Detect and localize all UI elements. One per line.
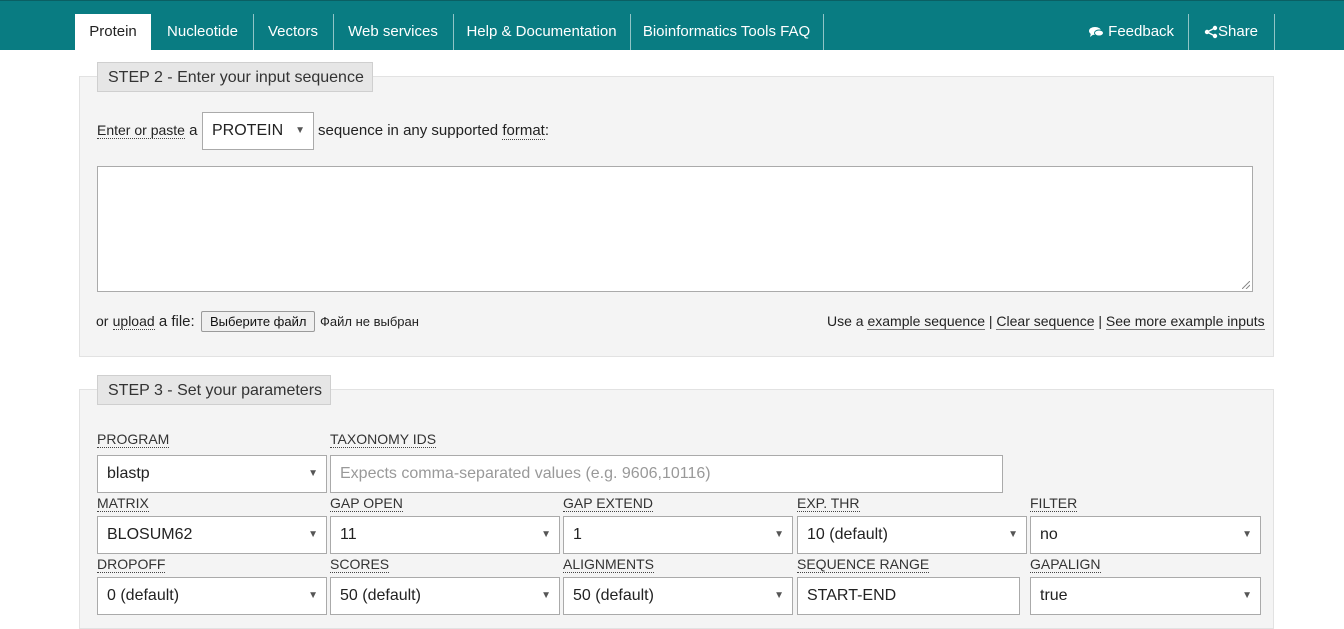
tab-protein[interactable]: Protein bbox=[75, 14, 151, 50]
caret-down-icon: ▼ bbox=[1242, 590, 1252, 601]
nav-divider bbox=[1274, 14, 1275, 50]
sequence-range-input[interactable]: START-END bbox=[797, 577, 1020, 615]
program-value: blastp bbox=[107, 465, 150, 482]
gapalign-select[interactable]: true ▼ bbox=[1030, 577, 1261, 615]
caret-down-icon: ▼ bbox=[774, 529, 784, 540]
tab-vectors[interactable]: Vectors bbox=[254, 14, 332, 50]
program-label: PROGRAM bbox=[97, 431, 170, 448]
caret-down-icon: ▼ bbox=[1242, 529, 1252, 540]
comments-icon bbox=[1089, 27, 1104, 38]
tab-bioinformatics-faq[interactable]: Bioinformatics Tools FAQ bbox=[631, 14, 822, 50]
caret-down-icon: ▼ bbox=[308, 590, 318, 601]
dropoff-select[interactable]: 0 (default) ▼ bbox=[97, 577, 327, 615]
a-file-text: a file: bbox=[158, 313, 195, 330]
enter-paste-text: Enter or paste a bbox=[97, 122, 197, 139]
upload-text: or upload a file: bbox=[96, 313, 195, 330]
format-help[interactable]: format bbox=[502, 122, 545, 140]
program-select[interactable]: blastp ▼ bbox=[97, 455, 327, 493]
step3-title: STEP 3 - Set your parameters bbox=[97, 375, 331, 405]
top-navigation: Protein Nucleotide Vectors Web services … bbox=[0, 0, 1344, 50]
scores-select[interactable]: 50 (default) ▼ bbox=[330, 577, 560, 615]
no-file-chosen-text: Файл не выбран bbox=[320, 314, 419, 329]
gap-extend-select[interactable]: 1 ▼ bbox=[563, 516, 793, 554]
matrix-label: MATRIX bbox=[97, 495, 149, 512]
gap-extend-value: 1 bbox=[573, 526, 582, 543]
gapalign-label: GAPALIGN bbox=[1030, 556, 1101, 573]
or-text: or bbox=[96, 313, 109, 329]
example-sequence-link[interactable]: example sequence bbox=[867, 313, 985, 330]
example-links: Use a example sequence | Clear sequence … bbox=[827, 313, 1265, 330]
upload-help[interactable]: upload bbox=[112, 313, 155, 330]
gap-open-label: GAP OPEN bbox=[330, 495, 403, 512]
gap-open-value: 11 bbox=[340, 526, 357, 543]
matrix-value: BLOSUM62 bbox=[107, 526, 193, 543]
sequence-type-select[interactable]: PROTEIN ▼ bbox=[202, 112, 314, 150]
gap-extend-label: GAP EXTEND bbox=[563, 495, 653, 512]
tab-nucleotide[interactable]: Nucleotide bbox=[153, 14, 252, 50]
tab-web-services[interactable]: Web services bbox=[334, 14, 452, 50]
caret-down-icon: ▼ bbox=[541, 590, 551, 601]
tab-help-documentation[interactable]: Help & Documentation bbox=[454, 14, 629, 50]
sequence-range-label: SEQUENCE RANGE bbox=[797, 556, 930, 573]
colon-text: : bbox=[544, 122, 549, 139]
exp-thr-select[interactable]: 10 (default) ▼ bbox=[797, 516, 1027, 554]
alignments-value: 50 (default) bbox=[573, 587, 654, 604]
choose-file-button[interactable]: Выберите файл bbox=[201, 311, 316, 332]
nav-divider bbox=[1188, 14, 1189, 50]
dropoff-label: DROPOFF bbox=[97, 556, 166, 573]
share-link[interactable]: Share bbox=[1204, 14, 1258, 50]
alignments-select[interactable]: 50 (default) ▼ bbox=[563, 577, 793, 615]
caret-down-icon: ▼ bbox=[308, 529, 318, 540]
feedback-link[interactable]: Feedback bbox=[1089, 14, 1174, 50]
exp-thr-value: 10 (default) bbox=[807, 526, 888, 543]
caret-down-icon: ▼ bbox=[541, 529, 551, 540]
scores-label: SCORES bbox=[330, 556, 390, 573]
use-a-text: Use a bbox=[827, 313, 864, 329]
caret-down-icon: ▼ bbox=[308, 468, 318, 479]
feedback-label: Feedback bbox=[1108, 23, 1175, 40]
enter-or-paste-help[interactable]: Enter or paste bbox=[97, 122, 185, 139]
alignments-label: ALIGNMENTS bbox=[563, 556, 655, 573]
supported-format-text: sequence in any supported format: bbox=[318, 122, 549, 140]
filter-label: FILTER bbox=[1030, 495, 1078, 512]
clear-sequence-link[interactable]: Clear sequence bbox=[996, 313, 1095, 330]
sequence-in-text: sequence in any supported bbox=[318, 122, 499, 139]
dropoff-value: 0 (default) bbox=[107, 587, 180, 604]
taxonomy-label: TAXONOMY IDS bbox=[330, 431, 437, 448]
pipe-separator: | bbox=[1098, 313, 1103, 329]
pipe-separator: | bbox=[988, 313, 993, 329]
caret-down-icon: ▼ bbox=[774, 590, 784, 601]
gap-open-select[interactable]: 11 ▼ bbox=[330, 516, 560, 554]
sequence-textarea[interactable] bbox=[97, 166, 1253, 292]
nav-divider bbox=[823, 14, 824, 50]
step2-title: STEP 2 - Enter your input sequence bbox=[97, 62, 373, 92]
scores-value: 50 (default) bbox=[340, 587, 421, 604]
exp-thr-label: EXP. THR bbox=[797, 495, 860, 512]
filter-value: no bbox=[1040, 526, 1058, 543]
text-a: a bbox=[189, 122, 198, 139]
caret-down-icon: ▼ bbox=[1008, 529, 1018, 540]
resize-grip-icon[interactable] bbox=[1242, 281, 1250, 289]
matrix-select[interactable]: BLOSUM62 ▼ bbox=[97, 516, 327, 554]
taxonomy-input[interactable]: Expects comma-separated values (e.g. 960… bbox=[330, 455, 1003, 493]
share-label: Share bbox=[1218, 23, 1259, 40]
gapalign-value: true bbox=[1040, 587, 1068, 604]
caret-down-icon: ▼ bbox=[295, 125, 305, 136]
filter-select[interactable]: no ▼ bbox=[1030, 516, 1261, 554]
see-more-examples-link[interactable]: See more example inputs bbox=[1105, 313, 1265, 330]
sequence-type-value: PROTEIN bbox=[212, 122, 284, 139]
share-icon bbox=[1204, 25, 1218, 39]
